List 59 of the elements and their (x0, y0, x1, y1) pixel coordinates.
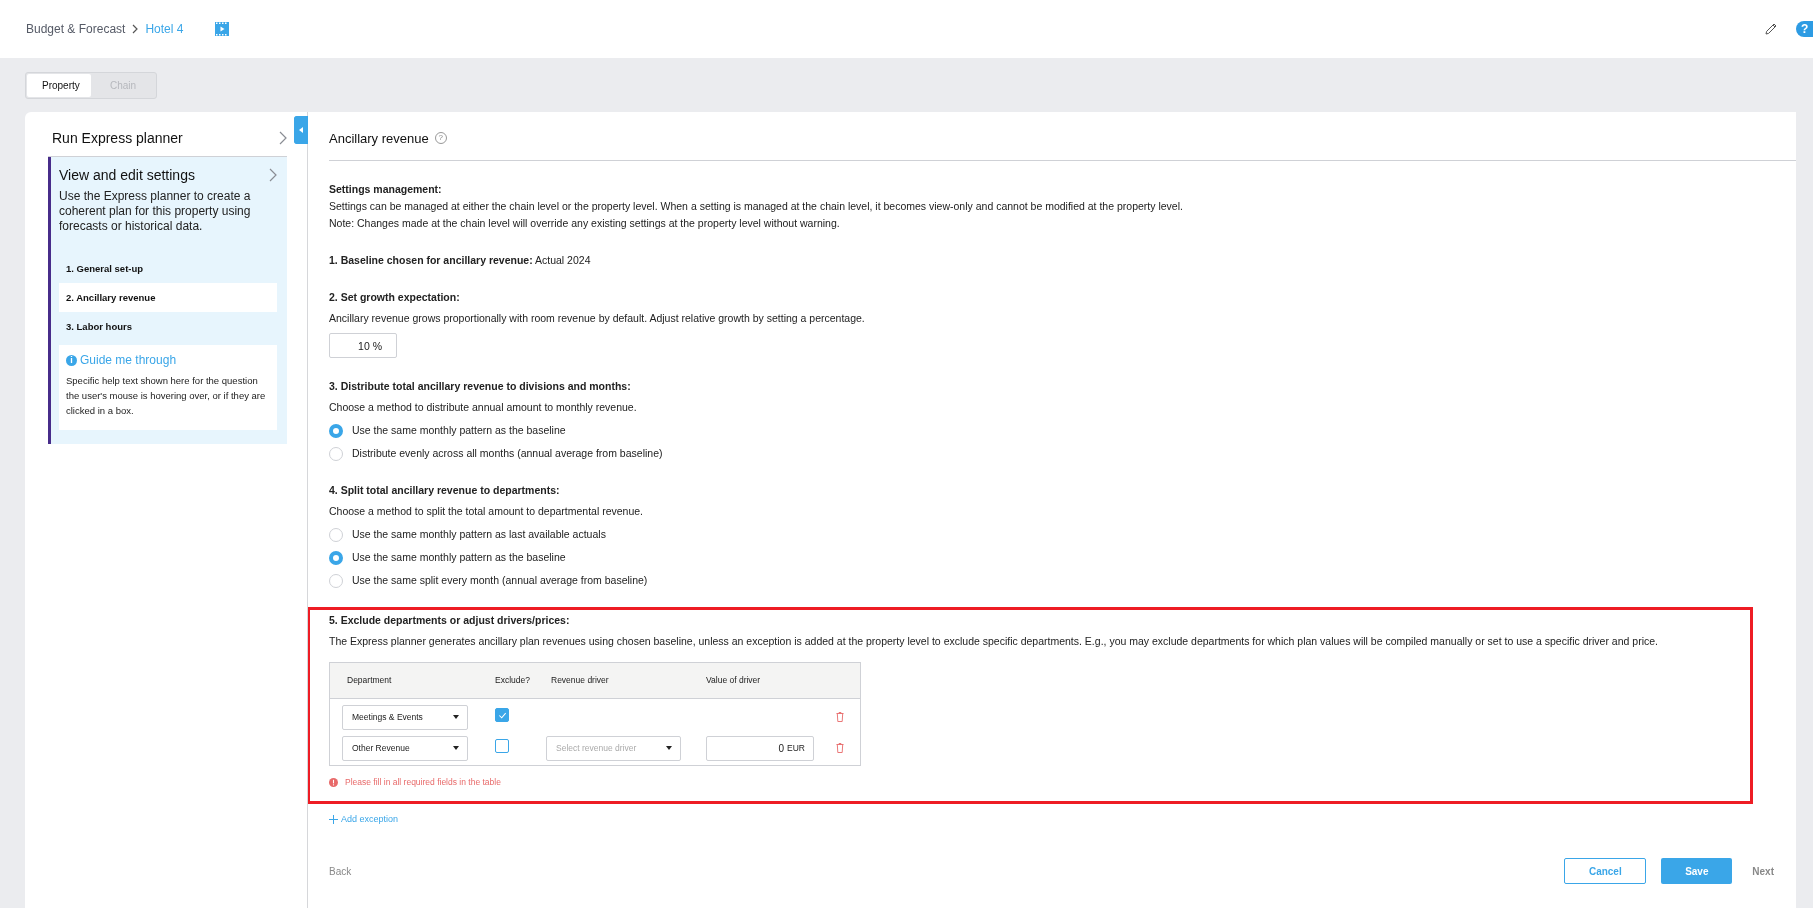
baseline-text: 1. Baseline chosen for ancillary revenue: Actual 2024 (329, 253, 592, 268)
growth-input[interactable]: 10 % (329, 333, 397, 358)
section-description: The Express planner generates ancillary plan revenues using chosen baseline, unless an exception is added at the property level to exclude specific departments. E.g., you may exclude departments for which plan values will be compiled manually or set to use a specific driver and price. (329, 634, 1659, 649)
sidebar-title[interactable]: Run Express planner (52, 130, 183, 146)
video-icon[interactable] (215, 22, 230, 36)
radio-option[interactable]: Distribute evenly across all months (annual average from baseline) (329, 445, 1796, 462)
info-text: Settings can be managed at either the chain level or the property level. When a setting is managed at the chain level, it becomes view-only and cannot be modified at the property level. (329, 199, 1184, 214)
section-description: Choose a method to split the total amount to departmental revenue. (329, 504, 645, 519)
radio-button[interactable] (329, 527, 343, 542)
caret-icon (666, 746, 672, 750)
step-item[interactable]: 3. Labor hours (59, 312, 277, 341)
section-heading: 4. Split total ancillary revenue to departments: (329, 483, 561, 498)
column-header: Exclude? (495, 674, 531, 687)
radio-option[interactable]: Use the same monthly pattern as the baseline (329, 422, 1796, 439)
department-dropdown[interactable]: Meetings & Events (342, 704, 468, 730)
driver-value-field[interactable]: 0 EUR (706, 735, 814, 761)
radio-button[interactable] (329, 573, 343, 588)
chevron-icon (279, 131, 287, 145)
chevron-icon (269, 168, 277, 182)
next-button[interactable]: Next (1752, 865, 1774, 877)
collapse-toggle[interactable] (294, 116, 308, 144)
column-header: Value of driver (706, 674, 762, 687)
radio-button[interactable] (329, 423, 343, 438)
radio-option[interactable]: Use the same monthly pattern as last available actuals (329, 526, 1796, 543)
caret-icon (453, 746, 459, 750)
radio-button[interactable] (329, 550, 343, 565)
exclude-checkbox[interactable] (495, 707, 509, 722)
department-dropdown[interactable]: Other Revenue (342, 735, 468, 761)
page-title: Ancillary revenue (329, 130, 429, 146)
plus-icon (329, 814, 338, 824)
step-item[interactable]: 2. Ancillary revenue (59, 283, 277, 312)
panel-title[interactable]: View and edit settings (59, 167, 195, 183)
radio-option[interactable]: Use the same split every month (annual average from baseline) (329, 572, 1796, 589)
step-item[interactable]: 1. General set-up (59, 254, 277, 283)
exclude-checkbox[interactable] (495, 738, 509, 753)
trash-icon[interactable] (836, 743, 844, 753)
guide-text: Specific help text shown here for the question the user's mouse is hovering over, or if they are clicked in a box. (66, 374, 267, 418)
chevron-icon (131, 24, 140, 34)
scope-tab[interactable]: Property (27, 73, 91, 97)
column-header: Department (347, 674, 393, 687)
section-heading: Settings management: (329, 182, 443, 197)
caret-icon (453, 715, 459, 719)
info-text: Note: Changes made at the chain level will override any existing settings at the property level without warning. (329, 216, 841, 231)
section-description: Choose a method to distribute annual amount to monthly revenue. (329, 400, 638, 415)
panel-description: Use the Express planner to create a coherent plan for this property using forecasts or historical data. (59, 189, 252, 234)
radio-option[interactable]: Use the same monthly pattern as the baseline (329, 549, 1796, 566)
section-heading: 5. Exclude departments or adjust drivers/prices: (329, 613, 571, 628)
section-description: Ancillary revenue grows proportionally with room revenue by default. Adjust relative growth by setting a percentage. (329, 311, 866, 326)
column-header: Revenue driver (551, 674, 610, 687)
pencil-icon[interactable] (1764, 22, 1778, 36)
trash-icon[interactable] (836, 712, 844, 722)
section-heading: 3. Distribute total ancillary revenue to divisions and months: (329, 379, 632, 394)
back-button[interactable]: Back (329, 865, 352, 877)
section-heading: 2. Set growth expectation: (329, 290, 461, 305)
info-icon: i (66, 354, 77, 366)
error-message: Please fill in all required fields in the table (345, 776, 501, 789)
radio-button[interactable] (329, 446, 343, 461)
error-icon (329, 778, 338, 787)
breadcrumb-item[interactable]: Budget & Forecast (26, 22, 126, 36)
